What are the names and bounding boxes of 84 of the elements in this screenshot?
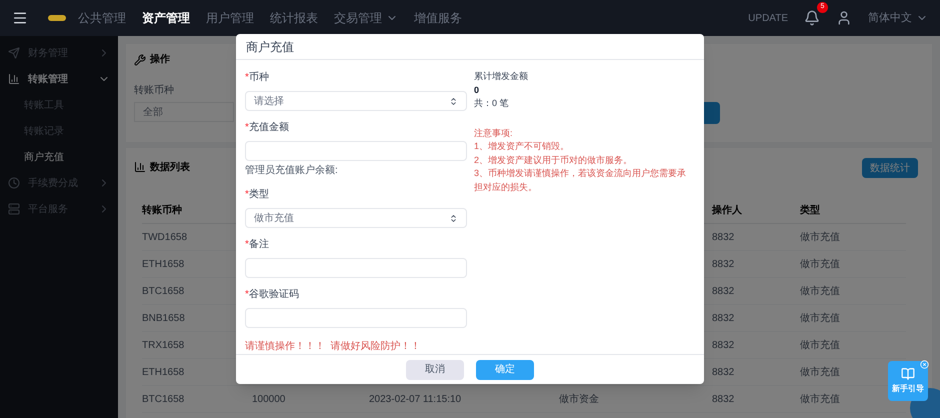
table-cell-text: 做市充值 bbox=[800, 338, 840, 352]
update-link[interactable]: UPDATE bbox=[748, 10, 788, 26]
column-header: 类型 bbox=[800, 204, 820, 218]
select-field[interactable]: 请选择 bbox=[245, 91, 467, 112]
send-icon bbox=[8, 47, 20, 59]
table-cell-text: 做市充值 bbox=[800, 312, 840, 326]
field-label: 转账币种 bbox=[134, 84, 174, 98]
guide-widget[interactable]: 新手引导 bbox=[888, 361, 928, 401]
table-cell-text: 8832 bbox=[712, 366, 734, 380]
notice-line: 1、增发资产不可销毁。 bbox=[474, 140, 570, 154]
sort-arrows-icon bbox=[449, 214, 458, 223]
field-label: 类型 bbox=[248, 188, 269, 202]
table-cell-text: 做市充值 bbox=[800, 230, 840, 244]
data-stats-button[interactable]: 数据统计 bbox=[862, 158, 918, 178]
bar-chart-icon bbox=[8, 73, 20, 85]
nav-tab[interactable]: 增值服务 bbox=[414, 9, 462, 27]
required-asterisk: * bbox=[245, 71, 249, 86]
table-cell-text: BNB1658 bbox=[142, 312, 185, 326]
table-cell-text: TRX1658 bbox=[142, 338, 184, 352]
table-cell-text: 做市充值 bbox=[800, 392, 840, 406]
logo-icon bbox=[48, 15, 66, 21]
book-icon bbox=[901, 367, 915, 381]
table-cell-text: 8832 bbox=[712, 392, 734, 406]
table-cell-text: 8832 bbox=[712, 258, 734, 272]
notification-bell-icon[interactable] bbox=[804, 10, 820, 26]
nav-tab[interactable]: 交易管理 bbox=[334, 9, 398, 27]
table-cell-text: 做市资金 bbox=[559, 392, 599, 406]
field-label: 币种 bbox=[248, 70, 269, 86]
field-label: 谷歌验证码 bbox=[248, 288, 299, 302]
input-field[interactable] bbox=[245, 308, 467, 328]
table-cell-text: 2023-02-07 11:15:10 bbox=[369, 392, 462, 406]
confirm-button[interactable]: 确定 bbox=[476, 360, 534, 380]
table-cell-text: 8832 bbox=[712, 284, 734, 298]
menu-icon[interactable] bbox=[12, 10, 28, 26]
table-cell-text: ETH1658 bbox=[142, 258, 184, 272]
panel-title: 操作 bbox=[150, 52, 170, 67]
required-asterisk: * bbox=[245, 288, 249, 302]
clock-icon bbox=[8, 177, 20, 189]
table-cell-text: 做市充值 bbox=[800, 284, 840, 298]
server-icon bbox=[8, 203, 20, 215]
select-field[interactable]: 做市充值 bbox=[245, 208, 467, 228]
input-field[interactable] bbox=[245, 141, 467, 162]
nav-tab[interactable]: 用户管理 bbox=[206, 9, 254, 27]
notice-line: 3、币种增发请谨慎操作，若该资金流向用户您需要承担对应的损失。 bbox=[474, 167, 687, 194]
required-asterisk: * bbox=[245, 188, 249, 202]
table-cell-text: 8832 bbox=[712, 230, 734, 244]
required-asterisk: * bbox=[245, 121, 249, 136]
currency-select[interactable]: 全部 bbox=[134, 102, 234, 122]
sidebar-item[interactable]: 转账管理 bbox=[0, 66, 118, 92]
language-dropdown[interactable]: 简体中文 bbox=[868, 10, 928, 26]
sidebar-subitem[interactable]: 商户充值 bbox=[0, 144, 118, 170]
table-cell-text: 100000 bbox=[252, 392, 286, 406]
field-label: 充值金额 bbox=[248, 120, 289, 136]
user-icon[interactable] bbox=[836, 10, 852, 26]
table-cell-text: TWD1658 bbox=[142, 230, 188, 244]
column-header: 操作人 bbox=[712, 204, 742, 218]
notice-line: 2、增发资产建议用于币对的做市服务。 bbox=[474, 154, 634, 167]
nav-tab[interactable]: 公共管理 bbox=[78, 9, 126, 27]
summary-amount: 0 bbox=[474, 84, 480, 97]
required-asterisk: * bbox=[245, 238, 249, 252]
table-cell-text: 8832 bbox=[712, 312, 734, 326]
table-cell-text: 做市充值 bbox=[800, 258, 840, 272]
sort-arrows-icon bbox=[449, 96, 458, 106]
close-icon[interactable] bbox=[920, 360, 929, 369]
summary-count: 共：0 笔 bbox=[474, 97, 510, 110]
bar-chart-icon bbox=[134, 161, 146, 173]
cancel-button[interactable]: 取消 bbox=[406, 360, 464, 380]
table-cell-text: ETH1658 bbox=[142, 366, 184, 380]
nav-tab[interactable]: 资产管理 bbox=[142, 9, 190, 27]
input-field[interactable] bbox=[245, 258, 467, 278]
table-cell-text: 8832 bbox=[712, 338, 734, 352]
table-cell-text: BTC1658 bbox=[142, 284, 184, 298]
field-label: 备注 bbox=[248, 238, 269, 252]
nav-tab[interactable]: 统计报表 bbox=[270, 9, 318, 27]
warning-text: 请谨慎操作！！！ 请做好风险防护！！ bbox=[245, 340, 422, 354]
summary-label: 累计增发金额 bbox=[474, 70, 529, 84]
column-header: 转账币种 bbox=[142, 204, 182, 218]
table-cell-text: BTC1658 bbox=[142, 392, 184, 406]
table-cell-text: 做市充值 bbox=[800, 366, 840, 380]
dialog-title: 商户充值 bbox=[246, 38, 294, 56]
notice-title: 注意事项: bbox=[474, 126, 514, 140]
panel-title: 数据列表 bbox=[150, 160, 190, 174]
wrench-icon bbox=[134, 54, 146, 66]
field-hint: 管理员充值账户余额: bbox=[245, 164, 339, 178]
